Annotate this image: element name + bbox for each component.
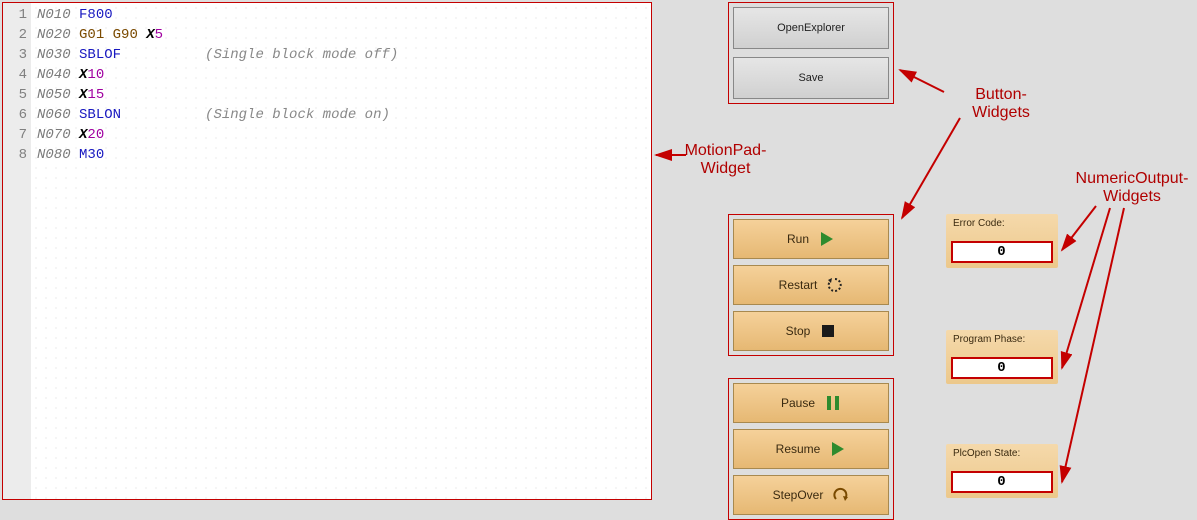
- line-number: 5: [3, 85, 27, 105]
- stepover-button[interactable]: StepOver: [733, 475, 889, 515]
- line-number-gutter: 12345678: [3, 3, 31, 499]
- run-button-group: Run Restart Stop: [728, 214, 894, 356]
- annotation-motionpad-widget: MotionPad-Widget: [678, 142, 773, 178]
- play-icon: [819, 231, 835, 247]
- line-number: 4: [3, 65, 27, 85]
- stepover-label: StepOver: [773, 488, 824, 502]
- code-line[interactable]: N020 G01 G90 X5: [37, 25, 651, 45]
- file-button-group: OpenExplorer Save: [728, 2, 894, 104]
- step-button-group: Pause Resume StepOver: [728, 378, 894, 520]
- line-number: 1: [3, 5, 27, 25]
- code-line[interactable]: N050 X15: [37, 85, 651, 105]
- plcopen-state-widget: PlcOpen State: 0: [946, 444, 1058, 498]
- line-number: 7: [3, 125, 27, 145]
- pause-icon: [825, 395, 841, 411]
- line-number: 3: [3, 45, 27, 65]
- play-icon: [830, 441, 846, 457]
- plcopen-state-label: PlcOpen State:: [951, 447, 1053, 471]
- code-line[interactable]: N070 X20: [37, 125, 651, 145]
- plcopen-state-value: 0: [951, 471, 1053, 493]
- code-line[interactable]: N030 SBLOF (Single block mode off): [37, 45, 651, 65]
- program-phase-value: 0: [951, 357, 1053, 379]
- line-number: 6: [3, 105, 27, 125]
- program-phase-widget: Program Phase: 0: [946, 330, 1058, 384]
- stepover-icon: [833, 487, 849, 503]
- restart-label: Restart: [779, 278, 818, 292]
- save-button[interactable]: Save: [733, 57, 889, 99]
- error-code-widget: Error Code: 0: [946, 214, 1058, 268]
- resume-button[interactable]: Resume: [733, 429, 889, 469]
- stop-icon: [820, 323, 836, 339]
- run-label: Run: [787, 232, 809, 246]
- program-phase-label: Program Phase:: [951, 333, 1053, 357]
- open-explorer-button[interactable]: OpenExplorer: [733, 7, 889, 49]
- error-code-value: 0: [951, 241, 1053, 263]
- code-line[interactable]: N040 X10: [37, 65, 651, 85]
- code-line[interactable]: N060 SBLON (Single block mode on): [37, 105, 651, 125]
- run-button[interactable]: Run: [733, 219, 889, 259]
- restart-button[interactable]: Restart: [733, 265, 889, 305]
- error-code-label: Error Code:: [951, 217, 1053, 241]
- annotation-numeric-widgets: NumericOutput-Widgets: [1072, 170, 1192, 206]
- code-line[interactable]: N010 F800: [37, 5, 651, 25]
- open-explorer-label: OpenExplorer: [777, 22, 845, 34]
- annotation-button-widgets: Button-Widgets: [946, 86, 1056, 122]
- restart-icon: [827, 277, 843, 293]
- pause-button[interactable]: Pause: [733, 383, 889, 423]
- line-number: 8: [3, 145, 27, 165]
- line-number: 2: [3, 25, 27, 45]
- stop-label: Stop: [786, 324, 811, 338]
- code-area[interactable]: N010 F800N020 G01 G90 X5N030 SBLOF (Sing…: [31, 3, 651, 499]
- motionpad-widget[interactable]: 12345678 N010 F800N020 G01 G90 X5N030 SB…: [2, 2, 652, 500]
- pause-label: Pause: [781, 396, 815, 410]
- stop-button[interactable]: Stop: [733, 311, 889, 351]
- save-label: Save: [798, 72, 823, 84]
- code-line[interactable]: N080 M30: [37, 145, 651, 165]
- resume-label: Resume: [776, 442, 821, 456]
